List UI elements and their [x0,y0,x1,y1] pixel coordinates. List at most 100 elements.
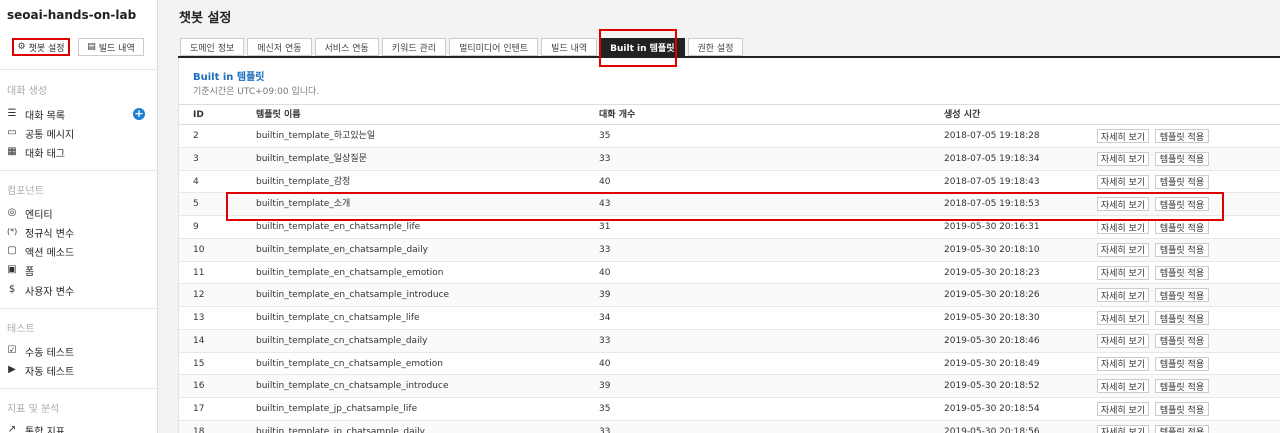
view-detail-button[interactable]: 자세히 보기 [1097,220,1149,234]
apply-template-button[interactable]: 템플릿 적용 [1155,333,1209,348]
cell-template-name: builtin_template_en_chatsample_emotion [256,267,444,278]
cell-created-time: 2019-05-30 20:18:54 [944,404,1040,414]
sidebar-item-label: 정규식 변수 [25,228,75,240]
sidebar-item-label: 사용자 변수 [25,286,75,298]
view-detail-button[interactable]: 자세히 보기 [1097,288,1149,303]
cell-conversation-count: 35 [599,404,611,414]
tab-messenger-integration[interactable]: 메신저 연동 [247,38,312,56]
sidebar-item-common-message[interactable]: ▭ 공통 메시지 [7,125,74,141]
apply-template-button[interactable]: 템플릿 적용 [1155,288,1209,303]
cell-template-name: builtin_template_cn_chatsample_introduce [256,381,449,392]
column-header-time: 생성 시간 [944,110,981,120]
tab-highlight-annotation [599,29,677,67]
sidebar-divider [0,308,157,309]
sidebar-item-auto-test[interactable]: ▶ 자동 테스트 [7,362,74,378]
sidebar-item-label: 폼 [25,266,35,278]
tab-keyword-management[interactable]: 키워드 관리 [381,38,447,56]
sidebar-item-form[interactable]: ▣ 폼 [7,262,34,278]
cell-template-name: builtin_template_감정 [256,176,351,187]
cell-created-time: 2019-05-30 20:18:56 [944,426,1040,433]
apply-template-button[interactable]: 템플릿 적용 [1155,129,1209,143]
view-detail-button[interactable]: 자세히 보기 [1097,129,1149,143]
view-detail-button[interactable]: 자세히 보기 [1097,424,1149,433]
chatbot-settings-button[interactable]: ⚙ 챗봇 설정 [12,38,70,56]
apply-template-button[interactable]: 템플릿 적용 [1155,424,1209,433]
apply-template-button[interactable]: 템플릿 적용 [1155,265,1209,280]
table-row: 4 builtin_template_감정 40 2018-07-05 19:18:4… [179,171,1280,194]
row-highlight-annotation [226,192,1224,221]
cell-template-name: builtin_template_en_chatsample_daily [256,244,428,255]
cell-created-time: 2019-05-30 20:18:23 [944,267,1040,278]
sidebar-item-regex-variable[interactable]: (*) 정규식 변수 [7,224,74,240]
view-detail-button[interactable]: 자세히 보기 [1097,174,1149,189]
apply-template-button[interactable]: 템플릿 적용 [1155,151,1209,166]
cell-id: 11 [193,267,205,278]
tab-service-integration[interactable]: 서비스 연동 [314,38,379,56]
apply-template-button[interactable]: 템플릿 적용 [1155,220,1209,234]
auto-test-icon: ▶ [8,364,16,375]
cell-created-time: 2019-05-30 20:18:52 [944,381,1040,392]
view-detail-button[interactable]: 자세히 보기 [1097,242,1149,257]
message-icon: ▭ [7,127,17,138]
column-header-count: 대화 개수 [599,110,636,120]
apply-template-button[interactable]: 템플릿 적용 [1155,379,1209,394]
cell-id: 3 [193,153,199,164]
view-detail-button[interactable]: 자세히 보기 [1097,379,1149,394]
action-icon: ▢ [7,245,17,256]
form-icon: ▣ [7,264,17,275]
sidebar-item-user-variable[interactable]: $ 사용자 변수 [7,282,74,298]
cell-conversation-count: 40 [599,358,611,369]
tab-build-history[interactable]: 빌드 내역 [541,38,598,56]
apply-template-button[interactable]: 템플릿 적용 [1155,402,1209,416]
sidebar-item-integrated-metrics[interactable]: ↗ 통합 지표 [7,422,65,433]
sidebar-item-entity[interactable]: ◎ 엔티티 [7,205,53,221]
tab-domain-info[interactable]: 도메인 정보 [180,38,245,56]
cell-id: 10 [193,244,205,255]
cell-id: 14 [193,335,205,346]
view-detail-button[interactable]: 자세히 보기 [1097,151,1149,166]
apply-template-button[interactable]: 템플릿 적용 [1155,311,1209,325]
build-history-button[interactable]: ▤ 빌드 내역 [78,38,144,56]
template-panel: Built in 템플릿 기준시간은 UTC+09:00 입니다. ID 템플릿… [178,58,1280,433]
column-header-name: 템플릿 이름 [256,110,301,120]
cell-id: 5 [193,199,199,210]
apply-template-button[interactable]: 템플릿 적용 [1155,174,1209,189]
sidebar-divider [0,69,157,70]
sidebar-item-label: 수동 테스트 [25,347,75,359]
sidebar-item-conversation-list[interactable]: ☰ 대화 목록 [7,106,65,122]
page-title: 챗봇 설정 [179,11,232,26]
view-detail-button[interactable]: 자세히 보기 [1097,333,1149,348]
cell-conversation-count: 39 [599,381,611,392]
sidebar-item-label: 대화 태그 [25,148,65,160]
cell-created-time: 2019-05-30 20:18:26 [944,290,1040,301]
cell-id: 13 [193,313,205,323]
regex-icon: (*) [7,227,18,236]
section-title-conversation: 대화 생성 [7,86,47,97]
tag-icon: ▦ [7,146,17,157]
cell-id: 9 [193,222,199,232]
cell-conversation-count: 35 [599,131,611,141]
view-detail-button[interactable]: 자세히 보기 [1097,402,1149,416]
apply-template-button[interactable]: 템플릿 적용 [1155,242,1209,257]
cell-created-time: 2018-07-05 19:18:28 [944,131,1040,141]
chart-icon: ↗ [7,424,17,433]
table-row: 16 builtin_template_cn_chatsample_introdu… [179,375,1280,398]
tab-permission-settings[interactable]: 권한 설정 [687,38,744,56]
sidebar-item-label: 공통 메시지 [25,129,75,141]
table-row: 10 builtin_template_en_chatsample_daily 33… [179,238,1280,262]
sidebar-item-action-method[interactable]: ▢ 액션 메소드 [7,243,74,259]
view-detail-button[interactable]: 자세히 보기 [1097,265,1149,280]
sidebar-item-manual-test[interactable]: ☑ 수동 테스트 [7,343,75,359]
view-detail-button[interactable]: 자세히 보기 [1097,356,1149,371]
sidebar-item-label: 대화 목록 [25,110,65,122]
tab-multimedia-intent[interactable]: 멀티미디어 인텐트 [449,38,539,56]
add-conversation-icon[interactable]: + [133,108,145,120]
view-detail-button[interactable]: 자세히 보기 [1097,311,1149,325]
cell-created-time: 2019-05-30 20:18:10 [944,244,1040,255]
sidebar-item-label: 자동 테스트 [25,366,75,378]
sidebar-item-conversation-tag[interactable]: ▦ 대화 태그 [7,144,65,160]
apply-template-button[interactable]: 템플릿 적용 [1155,356,1209,371]
gear-icon: ⚙ [17,41,26,52]
build-history-label: 빌드 내역 [98,43,135,54]
cell-template-name: builtin_template_jp_chatsample_daily [256,426,425,433]
